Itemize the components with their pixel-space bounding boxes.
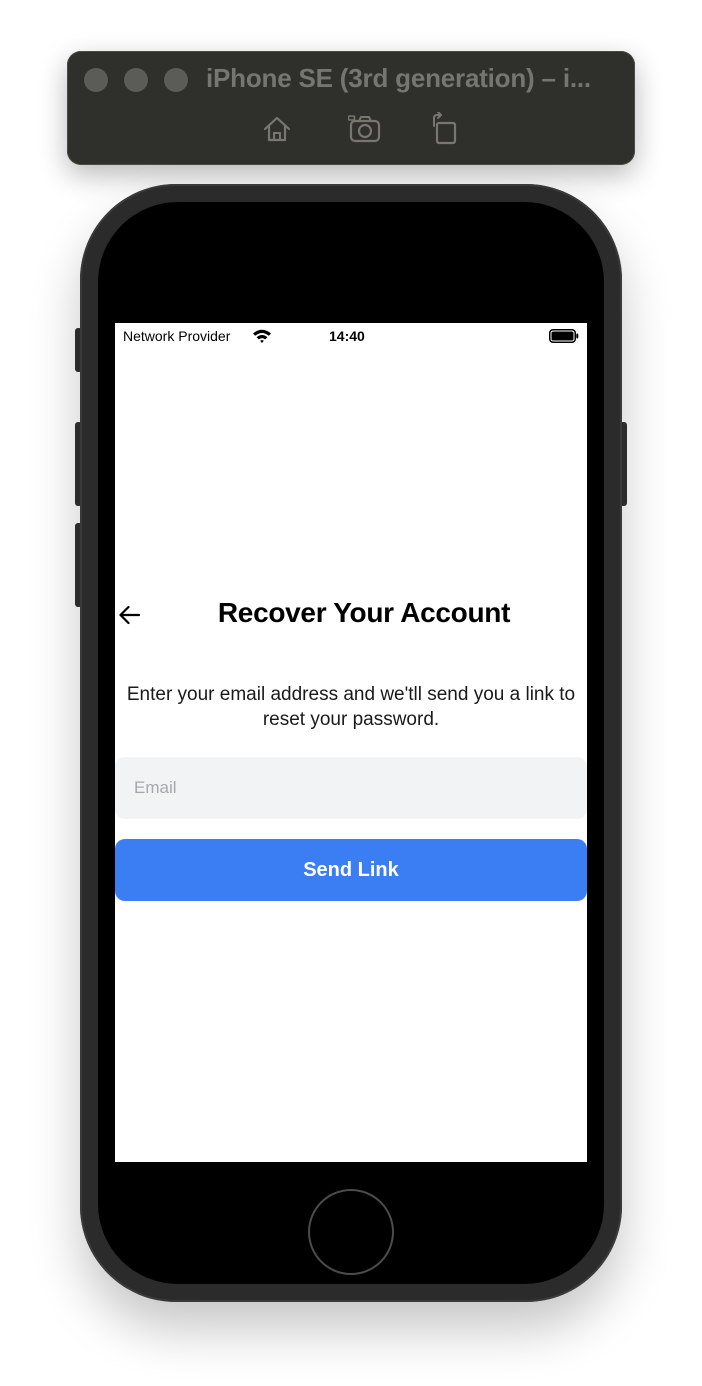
email-field[interactable] xyxy=(115,757,587,819)
instructions-text: Enter your email address and we'tll send… xyxy=(126,684,576,730)
home-icon[interactable] xyxy=(260,112,294,146)
wifi-icon xyxy=(253,329,271,343)
carrier-label: Network Provider xyxy=(123,328,231,344)
status-bar: Network Provider 14:40 xyxy=(115,323,587,349)
arrow-left-icon[interactable] xyxy=(117,602,143,628)
simulator-title: iPhone SE (3rd generation) – i... xyxy=(206,63,591,93)
send-link-button[interactable]: Send Link xyxy=(115,839,587,901)
window-zoom-button[interactable] xyxy=(164,68,188,92)
app-screen: Network Provider 14:40 Recover Your Acco… xyxy=(115,323,587,1162)
page-title: Recover Your Account xyxy=(217,597,511,628)
rotate-icon[interactable] xyxy=(428,112,462,146)
simulator-stage: iPhone SE (3rd generation) – i... Networ… xyxy=(0,0,702,1386)
home-button[interactable] xyxy=(308,1189,394,1275)
battery-icon xyxy=(549,329,579,343)
window-minimize-button[interactable] xyxy=(124,68,148,92)
status-time: 14:40 xyxy=(329,328,365,344)
window-close-button[interactable] xyxy=(84,68,108,92)
camera-icon[interactable] xyxy=(348,112,382,146)
